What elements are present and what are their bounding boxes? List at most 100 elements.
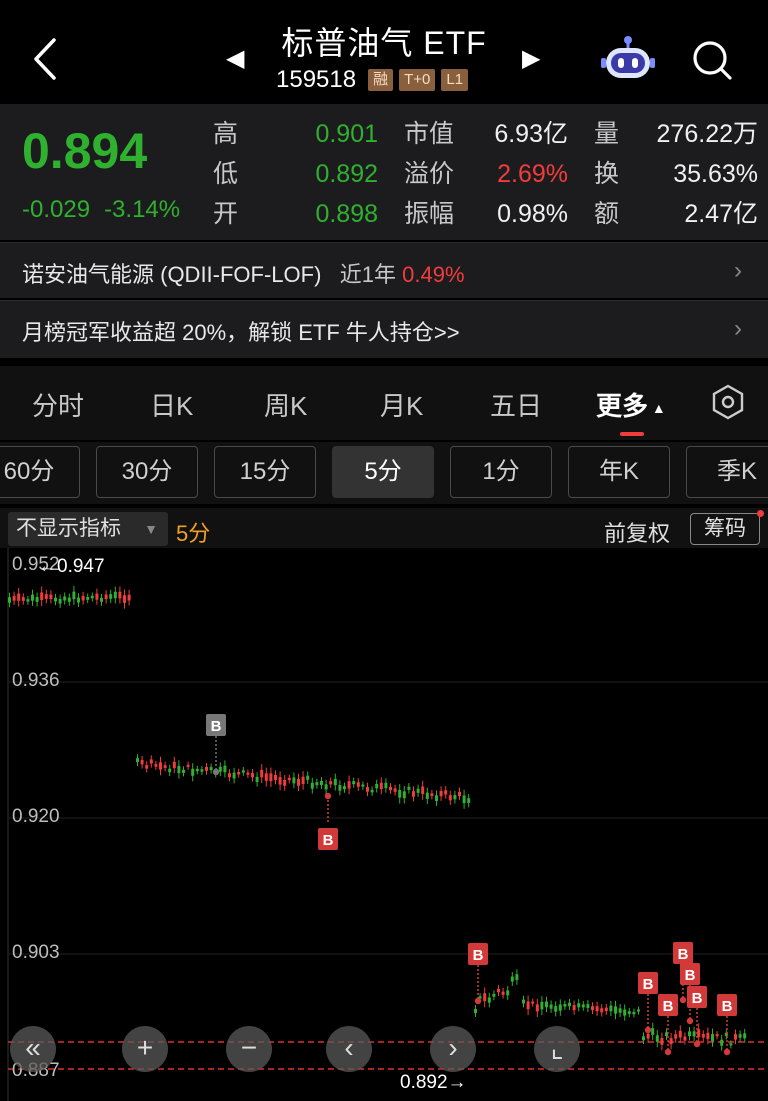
- candle-body: [237, 771, 241, 775]
- candle-body: [669, 1038, 673, 1045]
- fund-return: 0.49%: [402, 262, 465, 287]
- candle-body: [292, 777, 296, 784]
- candle-body: [246, 772, 250, 775]
- period-30min[interactable]: 30分: [96, 446, 198, 498]
- mid-values: 6.93亿 2.69% 0.98%: [470, 114, 568, 234]
- hlo-labels: 高 低 开: [213, 114, 238, 234]
- robot-assistant-icon[interactable]: [600, 34, 656, 82]
- tab-five-day[interactable]: 五日: [490, 386, 542, 423]
- change-value: -0.029: [22, 196, 91, 223]
- kline-chart[interactable]: BBBBBBBBB 0.952 0.936 0.920 0.903 0.887 …: [0, 548, 768, 1101]
- candle-body: [145, 765, 149, 769]
- candle-body: [297, 779, 300, 786]
- scroll-left-icon[interactable]: ‹: [326, 1026, 372, 1072]
- indicator-dropdown[interactable]: 不显示指标 ▼: [8, 512, 168, 546]
- trade-marker-label: B: [643, 976, 654, 993]
- candle-body: [163, 765, 167, 768]
- zoom-in-icon[interactable]: +: [122, 1026, 168, 1072]
- candle-body: [44, 594, 48, 599]
- candle-body: [535, 1004, 539, 1012]
- candle-body: [283, 779, 287, 786]
- adjust-button[interactable]: 前复权: [604, 516, 670, 548]
- scroll-right-icon[interactable]: ›: [430, 1026, 476, 1072]
- quote-panel: 0.894 -0.029 -3.14% 高 低 开 0.901 0.892 0.8…: [0, 104, 768, 240]
- candle-body: [660, 1037, 664, 1045]
- tab-weekly-k[interactable]: 周K: [264, 386, 307, 423]
- candle-body: [40, 592, 44, 601]
- candle-body: [269, 773, 273, 782]
- candle-body: [366, 786, 369, 792]
- candle-body: [549, 1004, 553, 1009]
- candle-body: [67, 597, 71, 602]
- period-60min[interactable]: 60分: [0, 446, 80, 498]
- stock-title: 标普油气 ETF: [281, 25, 487, 61]
- chevron-right-icon: ›: [734, 315, 742, 342]
- candle-body: [347, 781, 351, 789]
- candle-body: [501, 991, 505, 995]
- caret-down-icon: ▼: [144, 521, 158, 537]
- tab-daily-k[interactable]: 日K: [150, 386, 193, 423]
- candle-body: [581, 1004, 585, 1008]
- candle-body: [412, 791, 415, 797]
- related-fund-row[interactable]: 诺安油气能源 (QDII-FOF-LOF) 近1年 0.49% ›: [0, 242, 768, 298]
- fullscreen-icon[interactable]: ⌞: [534, 1026, 580, 1072]
- candle-body: [12, 595, 16, 601]
- candle-body: [510, 976, 514, 982]
- open-value: 0.898: [315, 200, 378, 228]
- promo-row[interactable]: 月榜冠军收益超 20%，解锁 ETF 牛人持仓>> ›: [0, 300, 768, 358]
- candle-body: [278, 777, 282, 785]
- candle-body: [251, 773, 254, 778]
- candle-body: [333, 778, 337, 786]
- candle-body: [577, 1003, 581, 1008]
- candle-body: [255, 776, 259, 783]
- period-quarterly-k[interactable]: 季K: [686, 446, 768, 498]
- amount-label: 额: [594, 200, 620, 228]
- candle-body: [31, 594, 34, 601]
- candle-body: [195, 768, 199, 772]
- candle-body: [604, 1007, 608, 1012]
- candle-body: [407, 786, 411, 790]
- candle-body: [743, 1033, 747, 1039]
- candle-body: [398, 789, 402, 798]
- search-icon[interactable]: [690, 38, 734, 82]
- period-1min[interactable]: 1分: [450, 446, 552, 498]
- candle-body: [370, 789, 374, 793]
- period-15min[interactable]: 15分: [214, 446, 316, 498]
- tab-monthly-k[interactable]: 月K: [380, 386, 423, 423]
- period-yearly-k[interactable]: 年K: [568, 446, 670, 498]
- candle-body: [586, 1004, 590, 1009]
- tag-level: L1: [441, 69, 469, 91]
- tab-intraday[interactable]: 分时: [32, 386, 84, 423]
- zoom-out-icon[interactable]: −: [226, 1026, 272, 1072]
- candle-body: [642, 1036, 645, 1041]
- candle-body: [306, 775, 310, 780]
- tab-more[interactable]: 更多 ▲: [596, 386, 666, 423]
- promo-text: 月榜冠军收益超 20%，解锁 ETF 牛人持仓>>: [22, 320, 460, 345]
- period-5min[interactable]: 5分: [332, 446, 434, 498]
- candle-body: [21, 597, 25, 601]
- candle-body: [338, 785, 342, 791]
- settings-hexagon-icon[interactable]: [710, 384, 746, 420]
- trade-marker-label: B: [722, 998, 733, 1015]
- high-value: 0.901: [315, 120, 378, 148]
- notification-dot: [757, 510, 764, 517]
- candle-body: [674, 1034, 678, 1039]
- min-price-label: 0.892→: [400, 1072, 467, 1093]
- candle-body: [591, 1006, 594, 1011]
- candle-body: [375, 783, 379, 789]
- right-values: 276.22万 35.63% 2.47亿: [620, 114, 758, 234]
- candle-body: [467, 798, 471, 803]
- candle-body: [729, 1043, 733, 1046]
- candle-body: [113, 591, 117, 599]
- next-stock-icon[interactable]: ▶: [522, 44, 540, 73]
- candle-body: [127, 594, 131, 601]
- candle-body: [90, 595, 94, 599]
- candle-body: [614, 1006, 617, 1014]
- candle-body: [623, 1009, 627, 1016]
- mktcap-value: 6.93亿: [494, 120, 568, 148]
- candle-body: [205, 766, 208, 771]
- candle-body: [706, 1032, 710, 1040]
- candle-body: [600, 1008, 604, 1013]
- rewind-icon[interactable]: «: [10, 1026, 56, 1072]
- chips-button[interactable]: 筹码: [690, 513, 760, 545]
